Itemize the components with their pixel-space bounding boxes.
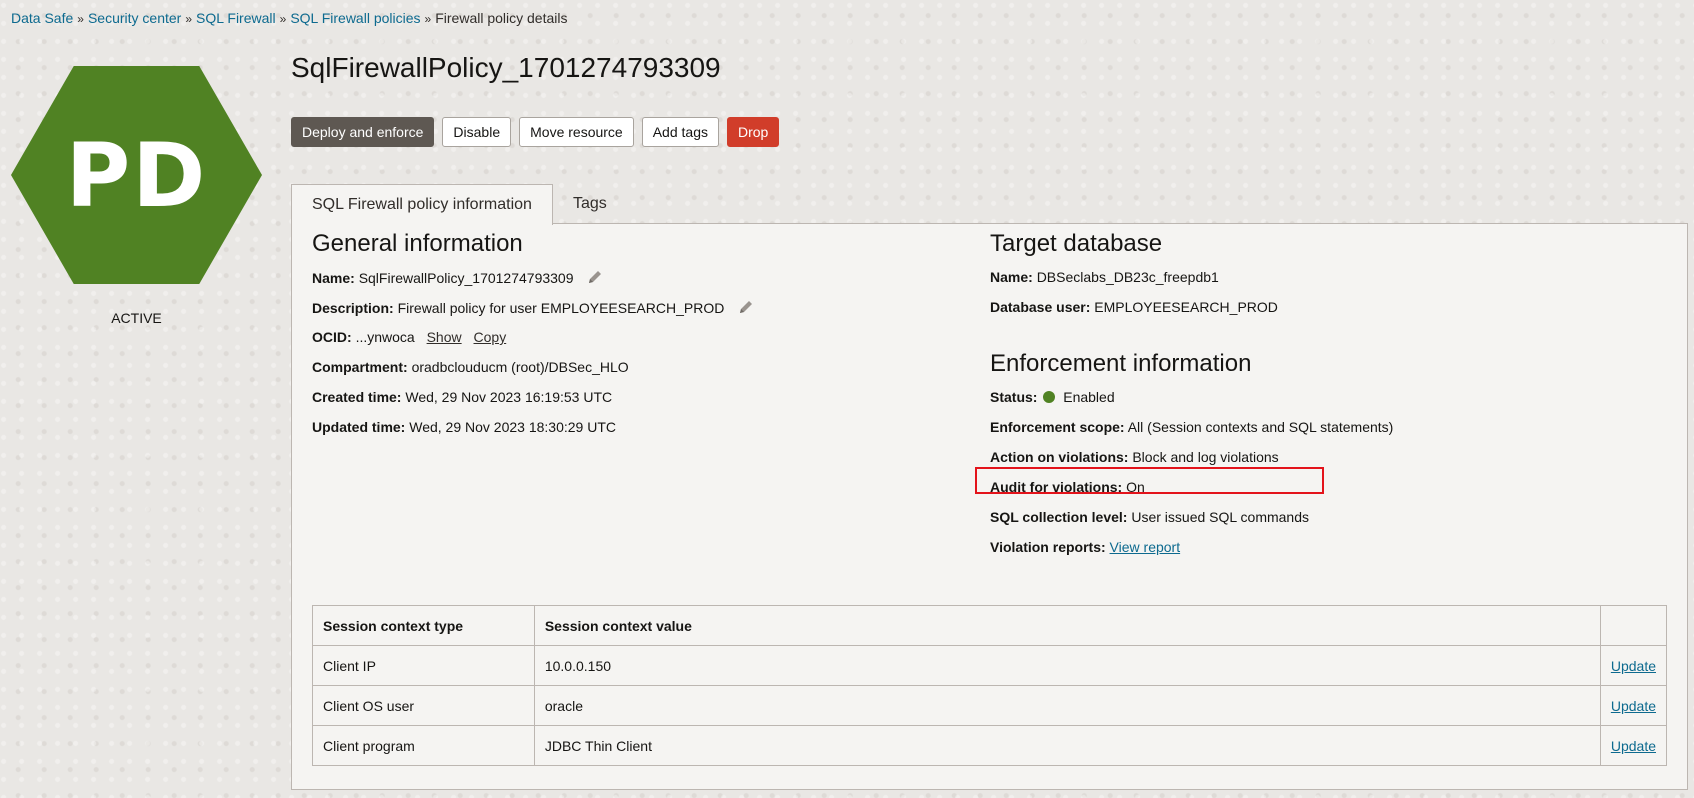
context-type-cell: Client OS user	[312, 685, 535, 726]
target-name-field: Name: DBSeclabs_DB23c_freepdb1	[990, 269, 1219, 285]
row-actions-cell: Update	[1599, 685, 1668, 726]
breadcrumb-data-safe[interactable]: Data Safe	[11, 10, 73, 26]
column-header-actions	[1599, 605, 1668, 646]
enforcement-information-heading: Enforcement information	[990, 350, 1252, 377]
action-toolbar: Deploy and enforce Disable Move resource…	[291, 117, 780, 147]
general-created-field: Created time: Wed, 29 Nov 2023 16:19:53 …	[312, 389, 612, 405]
context-value-cell: JDBC Thin Client	[533, 725, 1601, 766]
enforcement-audit-field: Audit for violations: On	[990, 479, 1145, 495]
breadcrumb-separator: »	[279, 12, 287, 26]
enforcement-action-field: Action on violations: Block and log viol…	[990, 449, 1279, 465]
updated-value: Wed, 29 Nov 2023 18:30:29 UTC	[409, 419, 616, 435]
general-updated-field: Updated time: Wed, 29 Nov 2023 18:30:29 …	[312, 419, 616, 435]
general-ocid-field: OCID: ...ynwoca Show Copy	[312, 329, 506, 345]
field-label: Database user:	[990, 299, 1091, 315]
add-tags-button[interactable]: Add tags	[641, 117, 719, 147]
field-label: Audit for violations:	[990, 479, 1123, 495]
field-label: Violation reports:	[990, 539, 1106, 555]
breadcrumb-separator: »	[185, 12, 193, 26]
target-name-value: DBSeclabs_DB23c_freepdb1	[1036, 269, 1219, 285]
breadcrumb-separator: »	[77, 12, 84, 26]
breadcrumb-security-center[interactable]: Security center	[88, 10, 181, 26]
ocid-value: ...ynwoca	[355, 329, 415, 345]
table-row: Client OS user oracle Update	[312, 685, 1668, 726]
field-label: Created time:	[312, 389, 402, 405]
context-type-cell: Client IP	[312, 645, 535, 686]
context-value-cell: 10.0.0.150	[533, 645, 1601, 686]
field-label: Action on violations:	[990, 449, 1129, 465]
disable-button[interactable]: Disable	[442, 117, 512, 147]
breadcrumb-separator: »	[424, 12, 432, 26]
badge-initials: PD	[65, 123, 208, 227]
deploy-and-enforce-button[interactable]: Deploy and enforce	[291, 117, 435, 147]
tab-tags[interactable]: Tags	[553, 184, 627, 224]
field-label: Updated time:	[312, 419, 406, 435]
update-link[interactable]: Update	[1611, 698, 1656, 714]
created-value: Wed, 29 Nov 2023 16:19:53 UTC	[405, 389, 613, 405]
target-database-heading: Target database	[990, 230, 1163, 257]
update-link[interactable]: Update	[1611, 658, 1656, 674]
field-label: Enforcement scope:	[990, 419, 1125, 435]
field-label: Compartment:	[312, 359, 408, 375]
compartment-value: oradbclouducm (root)/DBSec_HLO	[411, 359, 629, 375]
tab-policy-information[interactable]: SQL Firewall policy information	[291, 184, 553, 225]
row-actions-cell: Update	[1599, 725, 1668, 766]
tab-bar: SQL Firewall policy information Tags	[291, 184, 627, 225]
policy-information-panel: General information Name: SqlFirewallPol…	[291, 223, 1688, 790]
breadcrumb-sql-firewall[interactable]: SQL Firewall	[196, 10, 276, 26]
status-value: Enabled	[1063, 389, 1115, 405]
field-label: Status:	[990, 389, 1038, 405]
enforcement-scope-field: Enforcement scope: All (Session contexts…	[990, 419, 1393, 435]
enforcement-collection-field: SQL collection level: User issued SQL co…	[990, 509, 1309, 525]
field-label: SQL collection level:	[990, 509, 1128, 525]
general-information-heading: General information	[312, 230, 523, 257]
update-link[interactable]: Update	[1611, 738, 1656, 754]
column-header-value: Session context value	[533, 605, 1601, 646]
field-label: Name:	[990, 269, 1033, 285]
lifecycle-state: ACTIVE	[111, 310, 162, 326]
enforcement-reports-field: Violation reports: View report	[990, 539, 1180, 555]
collection-value: User issued SQL commands	[1131, 509, 1310, 525]
field-label: Name:	[312, 270, 355, 286]
table-row: Client program JDBC Thin Client Update	[312, 725, 1668, 766]
enforcement-status-field: Status: Enabled	[990, 389, 1115, 405]
breadcrumb-current: Firewall policy details	[435, 10, 568, 26]
view-report-link[interactable]: View report	[1110, 539, 1181, 555]
description-value: Firewall policy for user EMPLOYEESEARCH_…	[397, 300, 725, 316]
table-row: Client IP 10.0.0.150 Update	[312, 645, 1668, 686]
general-description-field: Description: Firewall policy for user EM…	[312, 299, 754, 318]
db-user-value: EMPLOYEESEARCH_PROD	[1094, 299, 1278, 315]
policy-name-value: SqlFirewallPolicy_1701274793309	[358, 270, 574, 286]
ocid-show-link[interactable]: Show	[427, 329, 462, 345]
move-resource-button[interactable]: Move resource	[519, 117, 634, 147]
field-label: OCID:	[312, 329, 352, 345]
column-header-type: Session context type	[312, 605, 535, 646]
general-name-field: Name: SqlFirewallPolicy_1701274793309	[312, 269, 603, 288]
context-type-cell: Client program	[312, 725, 535, 766]
status-enabled-icon	[1043, 391, 1056, 403]
audit-value: On	[1126, 479, 1145, 495]
drop-button[interactable]: Drop	[726, 117, 780, 147]
page-title: SqlFirewallPolicy_1701274793309	[291, 52, 721, 83]
breadcrumb-sql-firewall-policies[interactable]: SQL Firewall policies	[290, 10, 420, 26]
scope-value: All (Session contexts and SQL statements…	[1127, 419, 1394, 435]
table-header-row: Session context type Session context val…	[312, 605, 1668, 646]
ocid-copy-link[interactable]: Copy	[474, 329, 507, 345]
general-compartment-field: Compartment: oradbclouducm (root)/DBSec_…	[312, 359, 629, 375]
session-context-table: Session context type Session context val…	[312, 605, 1668, 766]
edit-pencil-icon[interactable]	[587, 269, 603, 288]
breadcrumb: Data Safe» Security center» SQL Firewall» S…	[11, 10, 568, 26]
action-value: Block and log violations	[1132, 449, 1279, 465]
resource-badge: PD	[11, 66, 262, 284]
edit-pencil-icon[interactable]	[738, 299, 754, 318]
target-db-user-field: Database user: EMPLOYEESEARCH_PROD	[990, 299, 1278, 315]
context-value-cell: oracle	[533, 685, 1601, 726]
row-actions-cell: Update	[1599, 645, 1668, 686]
field-label: Description:	[312, 300, 394, 316]
